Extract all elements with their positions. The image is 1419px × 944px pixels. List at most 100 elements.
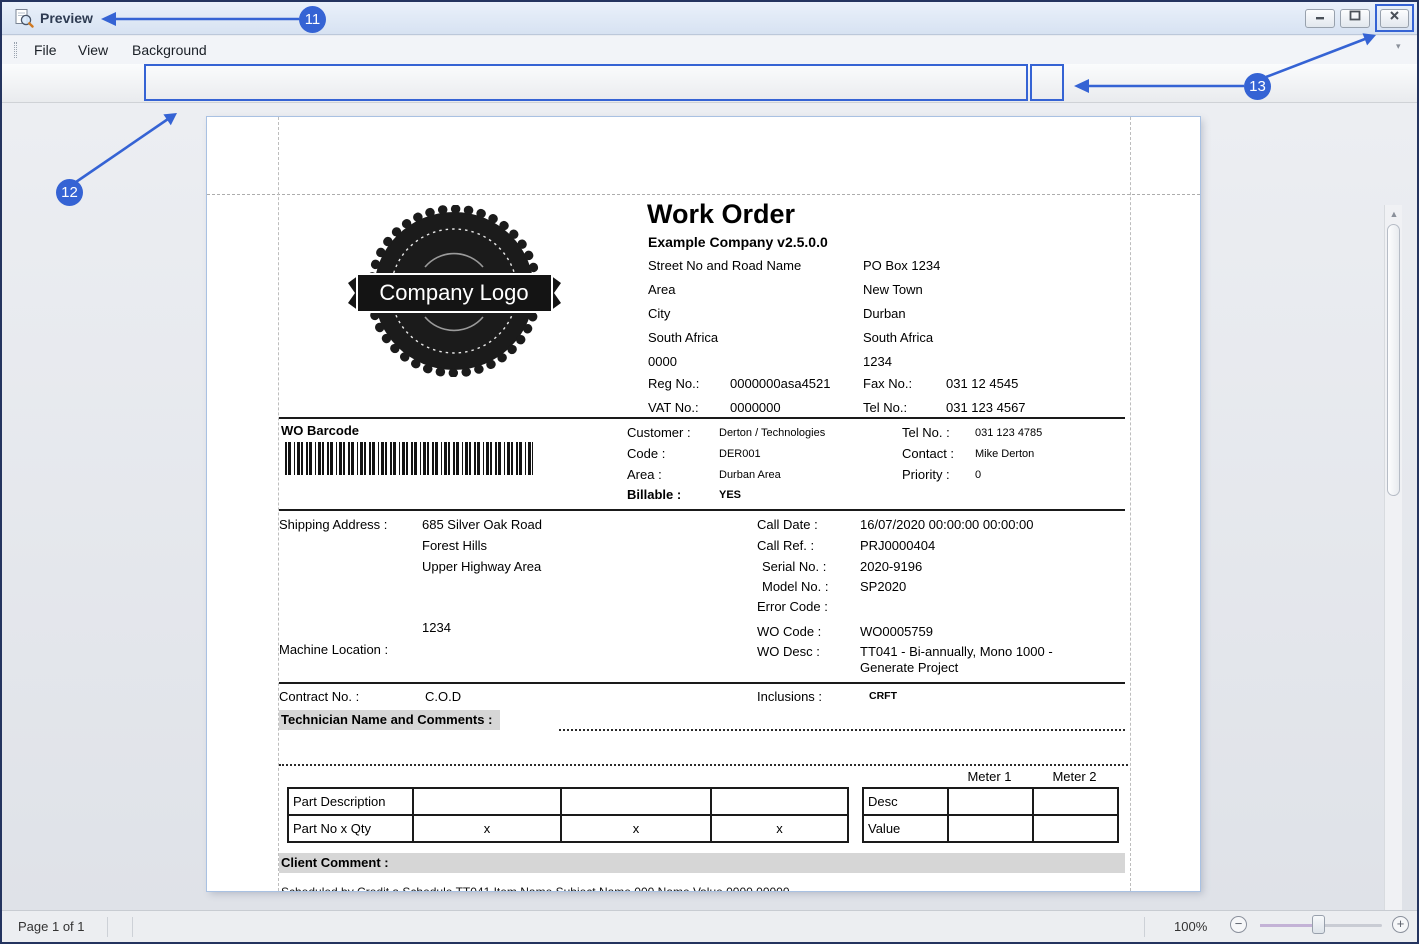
wo-desc-value: TT041 - Bi-annually, Mono 1000 - Generat… <box>860 644 1053 675</box>
menu-background[interactable]: Background <box>126 41 213 60</box>
clipped-text-line: Scheduled by Credit a Schedule TT041 Ite… <box>281 885 790 891</box>
menu-bar: File View Background <box>2 36 1417 64</box>
divider <box>279 509 1125 511</box>
vat-value: 0000000 <box>730 400 781 415</box>
meter-cell: Value <box>862 814 949 843</box>
callout-13: 13 <box>1244 73 1271 100</box>
area-label: Area : <box>627 467 662 482</box>
meter-cell: Desc <box>862 787 949 816</box>
window-title: Preview <box>40 10 93 26</box>
wo-code-label: WO Code : <box>757 624 822 639</box>
close-button-highlight-box <box>1375 4 1414 32</box>
comments-line <box>559 729 1125 731</box>
scrollbar-thumb[interactable] <box>1387 224 1400 496</box>
priority-value: 0 <box>975 469 982 481</box>
contract-value: C.O.D <box>425 689 462 704</box>
zoom-percent: 100% <box>1174 919 1208 934</box>
billable-value: YES <box>719 489 742 501</box>
address-line: City <box>648 306 671 321</box>
inclusions-value: CRFT <box>869 690 897 702</box>
call-ref-label: Call Ref. : <box>757 538 815 553</box>
fax-label: Fax No.: <box>863 376 913 391</box>
minimize-button[interactable] <box>1305 9 1335 28</box>
address-line: New Town <box>863 282 923 297</box>
title-bar: Preview <box>2 2 1417 35</box>
call-date-value: 16/07/2020 00:00:00 00:00:00 <box>860 517 1034 532</box>
menubar-grip[interactable] <box>14 42 17 58</box>
menu-view[interactable]: View <box>72 41 114 60</box>
meter2-header: Meter 2 <box>1052 769 1097 784</box>
zoom-in-status-button[interactable]: + <box>1392 916 1409 933</box>
address-line: Durban <box>863 306 906 321</box>
shipping-postal: 1234 <box>422 620 451 635</box>
tel-value: 031 123 4567 <box>946 400 1026 415</box>
maximize-button[interactable] <box>1340 9 1370 28</box>
meter1-header: Meter 1 <box>967 769 1012 784</box>
zoom-slider-thumb[interactable] <box>1312 915 1325 934</box>
scroll-up-icon[interactable]: ▲ <box>1388 209 1400 219</box>
right-margin-guide <box>1130 117 1131 891</box>
contact-value: Mike Derton <box>975 448 1035 460</box>
address-line: 0000 <box>648 354 677 369</box>
contract-label: Contract No. : <box>279 689 360 704</box>
report-title: Work Order <box>647 199 796 229</box>
code-value: DER001 <box>719 448 761 460</box>
logo-text: Company Logo <box>379 280 528 305</box>
toolbar-options-chevron-icon[interactable]: ▾ <box>1396 41 1401 52</box>
status-bar: Page 1 of 1 100% − + <box>2 910 1417 942</box>
machine-location-label: Machine Location : <box>279 642 389 657</box>
divider <box>279 682 1125 684</box>
model-value: SP2020 <box>860 579 907 594</box>
company-name: Example Company v2.5.0.0 <box>648 234 828 250</box>
customer-value: Derton / Technologies <box>719 427 826 439</box>
serial-value: 2020-9196 <box>860 559 923 574</box>
meter-cell <box>1032 787 1119 816</box>
tel-label: Tel No.: <box>863 400 908 415</box>
preview-area: Company Logo Work Order Example Company … <box>2 103 1417 942</box>
zoom-out-status-button[interactable]: − <box>1230 916 1247 933</box>
vat-label: VAT No.: <box>648 400 699 415</box>
client-comment-label: Client Comment : <box>279 853 1125 873</box>
address-line: South Africa <box>648 330 719 345</box>
area-value: Durban Area <box>719 469 781 481</box>
meter-cell <box>947 787 1034 816</box>
preview-app-icon <box>15 9 34 28</box>
top-margin-guide <box>207 194 1200 195</box>
company-logo: Company Logo <box>348 205 561 377</box>
shipping-line: 685 Silver Oak Road <box>422 517 542 532</box>
address-line: South Africa <box>863 330 934 345</box>
menu-file[interactable]: File <box>28 41 63 60</box>
report-page: Company Logo Work Order Example Company … <box>207 117 1200 891</box>
technician-label: Technician Name and Comments : <box>279 710 501 730</box>
model-label: Model No. : <box>762 579 829 594</box>
address-line: Street No and Road Name <box>648 258 802 273</box>
preview-window: Preview File View Background ▾ Company L… <box>0 0 1419 944</box>
meter-cell <box>1032 814 1119 843</box>
priority-label: Priority : <box>902 467 950 482</box>
parts-cell: x <box>560 814 712 843</box>
wo-desc-label: WO Desc : <box>757 644 820 659</box>
divider <box>279 417 1125 419</box>
comments-line <box>279 764 1128 766</box>
shipping-label: Shipping Address : <box>279 517 388 532</box>
error-code-label: Error Code : <box>757 599 828 614</box>
parts-cell <box>560 787 712 816</box>
left-margin-guide <box>278 117 279 891</box>
toolbar: 100 % <box>2 64 1417 163</box>
parts-cell: x <box>710 814 849 843</box>
shipping-line: Upper Highway Area <box>422 559 542 574</box>
customer-label: Customer : <box>627 425 691 440</box>
cust-tel-label: Tel No. : <box>902 425 950 440</box>
barcode-label: WO Barcode <box>281 423 360 438</box>
address-line: PO Box 1234 <box>863 258 941 273</box>
wo-barcode <box>285 442 533 475</box>
reg-value: 0000000asa4521 <box>730 376 831 391</box>
parts-cell <box>710 787 849 816</box>
contact-label: Contact : <box>902 446 955 461</box>
meter-cell <box>947 814 1034 843</box>
callout-11: 11 <box>299 6 326 33</box>
inclusions-label: Inclusions : <box>757 689 823 704</box>
fax-value: 031 12 4545 <box>946 376 1019 391</box>
wo-code-value: WO0005759 <box>860 624 933 639</box>
vertical-scrollbar[interactable]: ▲ ▼ <box>1384 205 1402 942</box>
